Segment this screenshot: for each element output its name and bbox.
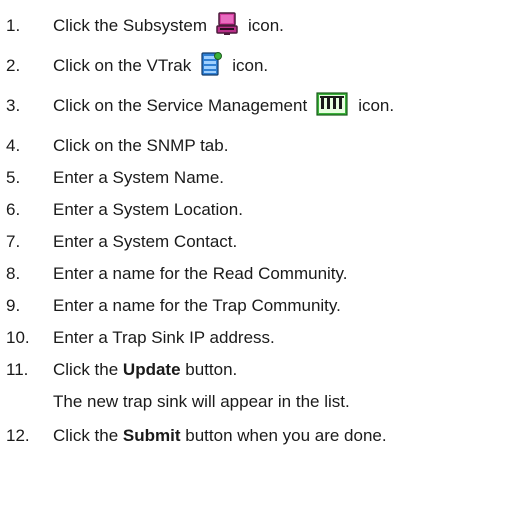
step-text: Click on the SNMP tab. bbox=[53, 135, 229, 155]
step-text-suffix: button. bbox=[185, 359, 238, 379]
submit-button-label: Submit bbox=[122, 425, 181, 445]
step-5: 5. Enter a System Name. bbox=[6, 162, 224, 192]
step-text-suffix: icon. bbox=[232, 55, 269, 75]
step-text: Enter a System Name. bbox=[53, 167, 225, 187]
step-text: Click on the VTrak bbox=[53, 55, 192, 75]
step-8: 8. Enter a name for the Read Community. bbox=[6, 258, 348, 288]
step-7: 7. Enter a System Contact. bbox=[6, 226, 237, 256]
step-number: 4. bbox=[6, 135, 21, 155]
step-text: Enter a Trap Sink IP address. bbox=[53, 327, 275, 347]
step-text: Click the Subsystem bbox=[53, 15, 207, 35]
step-text: Click the bbox=[53, 359, 119, 379]
step-2: 2. Click on the VTrak icon. bbox=[6, 50, 268, 80]
step-text: Enter a System Location. bbox=[53, 199, 243, 219]
step-4: 4. Click on the SNMP tab. bbox=[6, 130, 228, 160]
step-1: 1. Click the Subsystem icon. bbox=[6, 10, 284, 40]
step-11-note: The new trap sink will appear in the lis… bbox=[53, 392, 350, 411]
step-text: Click the bbox=[53, 425, 119, 445]
step-number: 11. bbox=[6, 359, 29, 379]
step-number: 7. bbox=[6, 231, 21, 251]
step-number: 9. bbox=[6, 295, 21, 315]
step-text-suffix: button when you are done. bbox=[185, 425, 387, 445]
step-number: 12. bbox=[6, 425, 30, 445]
step-number: 1. bbox=[6, 15, 21, 35]
step-number: 10. bbox=[6, 327, 30, 347]
step-number: 3. bbox=[6, 95, 21, 115]
step-10: 10. Enter a Trap Sink IP address. bbox=[6, 322, 275, 352]
step-text: Click on the Service Management bbox=[53, 95, 308, 115]
step-number: 2. bbox=[6, 55, 21, 75]
vtrak-icon bbox=[200, 51, 223, 80]
step-9: 9. Enter a name for the Trap Community. bbox=[6, 290, 341, 320]
step-text: Enter a name for the Trap Community. bbox=[53, 295, 341, 315]
step-12: 12. Click the Submit button when you are… bbox=[6, 420, 387, 450]
step-3: 3. Click on the Service Management icon. bbox=[6, 90, 394, 120]
step-text-suffix: icon. bbox=[358, 95, 395, 115]
step-text-suffix: icon. bbox=[248, 15, 284, 35]
step-number: 8. bbox=[6, 263, 21, 283]
service-management-icon bbox=[316, 91, 348, 119]
instruction-steps: 1. Click the Subsystem icon. 2. Click on… bbox=[0, 0, 523, 523]
step-text: Enter a name for the Read Community. bbox=[53, 263, 348, 283]
step-number: 5. bbox=[6, 167, 21, 187]
update-button-label: Update bbox=[122, 359, 181, 379]
step-number: 6. bbox=[6, 199, 21, 219]
subsystem-icon bbox=[216, 11, 238, 39]
step-11: 11. Click the Update button. bbox=[6, 354, 237, 384]
step-6: 6. Enter a System Location. bbox=[6, 194, 243, 224]
step-text: Enter a System Contact. bbox=[53, 231, 238, 251]
